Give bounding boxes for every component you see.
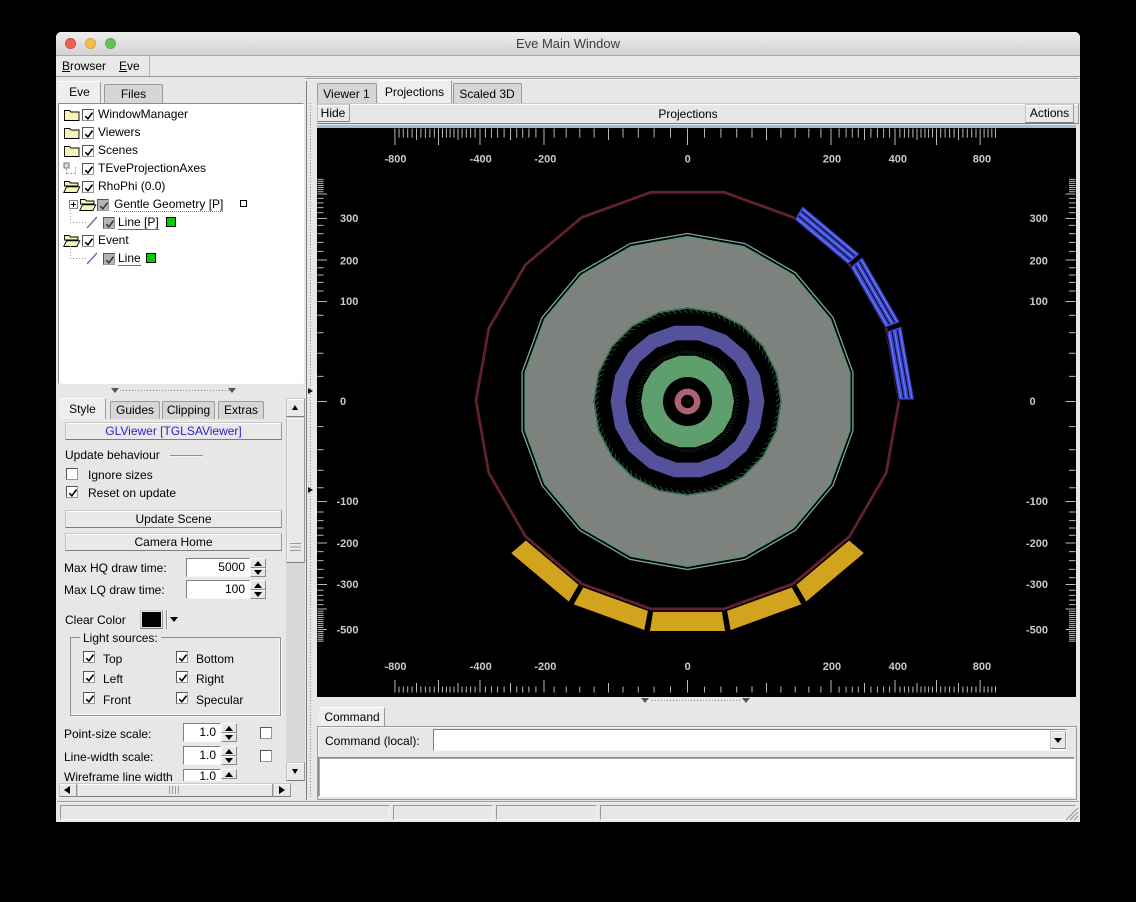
svg-text:-200: -200 [534, 661, 556, 673]
svg-text:100: 100 [340, 296, 358, 308]
svg-text:-300: -300 [337, 579, 359, 591]
svg-text:0: 0 [340, 396, 346, 408]
svg-text:-800: -800 [384, 154, 406, 166]
svg-text:-500: -500 [337, 624, 359, 636]
svg-text:800: 800 [973, 661, 991, 673]
svg-text:-100: -100 [337, 496, 359, 508]
svg-text:-200: -200 [1026, 538, 1048, 550]
svg-text:200: 200 [823, 661, 841, 673]
svg-text:-400: -400 [470, 661, 492, 673]
svg-text:0: 0 [685, 661, 691, 673]
svg-text:200: 200 [1030, 255, 1048, 267]
svg-text:400: 400 [889, 154, 907, 166]
svg-text:0: 0 [1030, 396, 1036, 408]
svg-text:-200: -200 [534, 154, 556, 166]
svg-text:100: 100 [1030, 296, 1048, 308]
svg-text:-300: -300 [1026, 579, 1048, 591]
svg-text:300: 300 [340, 213, 358, 225]
svg-text:-500: -500 [1026, 624, 1048, 636]
svg-text:400: 400 [889, 661, 907, 673]
svg-text:-800: -800 [384, 661, 406, 673]
svg-text:-200: -200 [337, 538, 359, 550]
svg-text:-400: -400 [470, 154, 492, 166]
svg-text:-100: -100 [1026, 496, 1048, 508]
svg-text:800: 800 [973, 154, 991, 166]
svg-text:200: 200 [823, 154, 841, 166]
svg-text:0: 0 [685, 154, 691, 166]
svg-text:300: 300 [1030, 213, 1048, 225]
svg-text:200: 200 [340, 255, 358, 267]
